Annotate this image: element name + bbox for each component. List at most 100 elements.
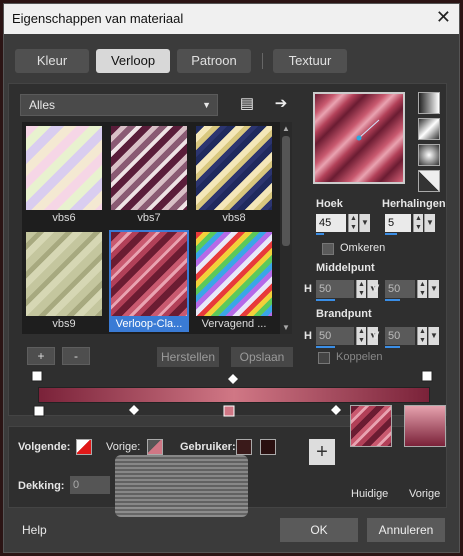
close-icon[interactable]: ✕ — [436, 7, 451, 28]
color-stop-middle[interactable] — [223, 405, 235, 417]
angle-input[interactable]: 45 ▲ ▼ ▼ — [316, 214, 370, 235]
angle-dropdown-icon[interactable]: ▼ — [359, 214, 370, 232]
opacity-input[interactable]: 0 — [70, 476, 110, 494]
gradient-swatch — [26, 232, 102, 316]
gradient-bar[interactable] — [38, 387, 430, 403]
gradient-swatch — [196, 232, 272, 316]
gradient-item-vbs7[interactable]: vbs7 — [109, 124, 189, 226]
previous-color-swatch[interactable] — [147, 439, 163, 455]
focal-v-input[interactable]: 50 ▲ ▼ ▼ — [385, 327, 439, 348]
linear-style-icon[interactable] — [418, 92, 440, 114]
library-options-icon[interactable]: ▤ — [239, 96, 255, 112]
category-dropdown[interactable]: Alles ▼ — [20, 94, 218, 116]
gradient-item-vbs9[interactable]: vbs9 — [24, 230, 104, 332]
opacity-value: 0 — [73, 479, 80, 491]
title-bar: Eigenschappen van materiaal ✕ — [4, 4, 459, 34]
focal-v-slider-fill — [385, 346, 400, 348]
color-stop-left[interactable] — [33, 405, 45, 417]
center-h-input[interactable]: 50 ▲ ▼ ▼ — [316, 280, 378, 301]
scrollbar-thumb[interactable] — [282, 136, 290, 246]
help-button[interactable]: Help — [22, 518, 52, 542]
library-scrollbar[interactable]: ▲ ▼ — [280, 122, 292, 334]
midpoint-top-marker[interactable] — [228, 374, 238, 384]
sunburst-style-icon[interactable] — [418, 170, 440, 192]
window-title: Eigenschappen van materiaal — [12, 11, 184, 26]
gradient-item-vbs6[interactable]: vbs6 — [24, 124, 104, 226]
midpoint-left-marker[interactable] — [129, 405, 139, 415]
tab-patroon[interactable]: Patroon — [177, 49, 251, 73]
angle-slider-fill — [316, 233, 324, 235]
focal-v-spin-icon[interactable]: ▲ ▼ — [417, 327, 427, 345]
gradient-item-label: vbs7 — [137, 212, 161, 224]
center-point-label: Middelpunt — [316, 262, 375, 274]
ok-button[interactable]: OK — [280, 518, 358, 542]
gradient-swatch — [111, 126, 187, 210]
gradient-item-verloop-claudia[interactable]: Verloop-Cla... — [109, 230, 189, 332]
current-label: Huidige — [351, 488, 389, 500]
focal-v-label: V — [372, 330, 380, 342]
save-button[interactable]: Opslaan — [231, 347, 293, 367]
tab-kleur[interactable]: Kleur — [15, 49, 89, 73]
repeats-value: 5 — [388, 217, 395, 229]
gradient-item-label: Vervagend ... — [201, 318, 267, 330]
claudia-watermark — [115, 455, 248, 517]
angle-spin-icon[interactable]: ▲ ▼ — [348, 214, 358, 232]
arrow-right-icon[interactable]: ➔ — [273, 96, 289, 112]
scroll-down-icon[interactable]: ▼ — [282, 323, 290, 332]
end-transparency-marker[interactable] — [421, 370, 433, 382]
user-color-swatch[interactable] — [236, 439, 252, 455]
restore-button[interactable]: Herstellen — [157, 347, 219, 367]
focal-v-dropdown-icon[interactable]: ▼ — [428, 327, 439, 345]
focal-v-value: 50 — [388, 330, 401, 342]
category-value: Alles — [29, 98, 56, 112]
tab-textuur[interactable]: Textuur — [273, 49, 347, 73]
repeats-dropdown-icon[interactable]: ▼ — [424, 214, 435, 232]
center-v-dropdown-icon[interactable]: ▼ — [428, 280, 439, 298]
radial-style-icon[interactable] — [418, 144, 440, 166]
start-transparency-marker[interactable] — [31, 370, 43, 382]
repeats-label: Herhalingen — [382, 198, 446, 210]
repeats-slider-fill — [385, 233, 397, 235]
gradient-item-vbs8[interactable]: vbs8 — [194, 124, 274, 226]
center-h-label: H — [304, 283, 312, 295]
add-gradient-button[interactable]: + — [27, 347, 55, 365]
gradient-preview[interactable] — [313, 92, 405, 184]
remove-gradient-button[interactable]: - — [62, 347, 90, 365]
angle-handle-icon — [356, 119, 380, 141]
midpoint-right-marker[interactable] — [331, 405, 341, 415]
gradient-swatch — [26, 126, 102, 210]
gradient-swatch — [196, 126, 272, 210]
previous-label: Vorige — [409, 488, 441, 500]
focal-h-spin-icon[interactable]: ▲ ▼ — [356, 327, 366, 345]
focal-point-label: Brandpunt — [316, 308, 372, 320]
tab-verloop[interactable]: Verloop — [96, 49, 170, 73]
rectangular-style-icon[interactable] — [418, 118, 440, 140]
gradient-item-label: vbs6 — [52, 212, 76, 224]
focal-h-input[interactable]: 50 ▲ ▼ ▼ — [316, 327, 378, 348]
center-h-value: 50 — [319, 283, 332, 295]
current-material-swatch[interactable] — [350, 405, 392, 447]
user-color-swatch-2[interactable] — [260, 439, 276, 455]
next-color-swatch[interactable] — [76, 439, 92, 455]
focal-h-value: 50 — [319, 330, 332, 342]
gradient-swatch — [111, 232, 187, 316]
link-checkbox[interactable] — [318, 352, 330, 364]
repeats-input[interactable]: 5 ▲ ▼ ▼ — [385, 214, 435, 235]
gradient-item-label: vbs9 — [52, 318, 76, 330]
invert-checkbox[interactable] — [322, 243, 334, 255]
gradient-item-vervagend[interactable]: Vervagend ... — [194, 230, 274, 332]
center-v-spin-icon[interactable]: ▲ ▼ — [417, 280, 427, 298]
angle-label: Hoek — [316, 198, 343, 210]
focal-h-slider-fill — [316, 346, 335, 348]
center-h-spin-icon[interactable]: ▲ ▼ — [356, 280, 366, 298]
center-v-input[interactable]: 50 ▲ ▼ ▼ — [385, 280, 439, 301]
tab-separator — [262, 53, 263, 69]
cancel-button[interactable]: Annuleren — [367, 518, 445, 542]
gradient-item-label: vbs8 — [222, 212, 246, 224]
scroll-up-icon[interactable]: ▲ — [282, 124, 290, 133]
repeats-spin-icon[interactable]: ▲ ▼ — [413, 214, 423, 232]
add-swatch-button[interactable]: + — [309, 439, 335, 465]
user-label: Gebruiker: — [180, 441, 236, 453]
angle-value: 45 — [319, 217, 332, 229]
previous-material-swatch[interactable] — [404, 405, 446, 447]
